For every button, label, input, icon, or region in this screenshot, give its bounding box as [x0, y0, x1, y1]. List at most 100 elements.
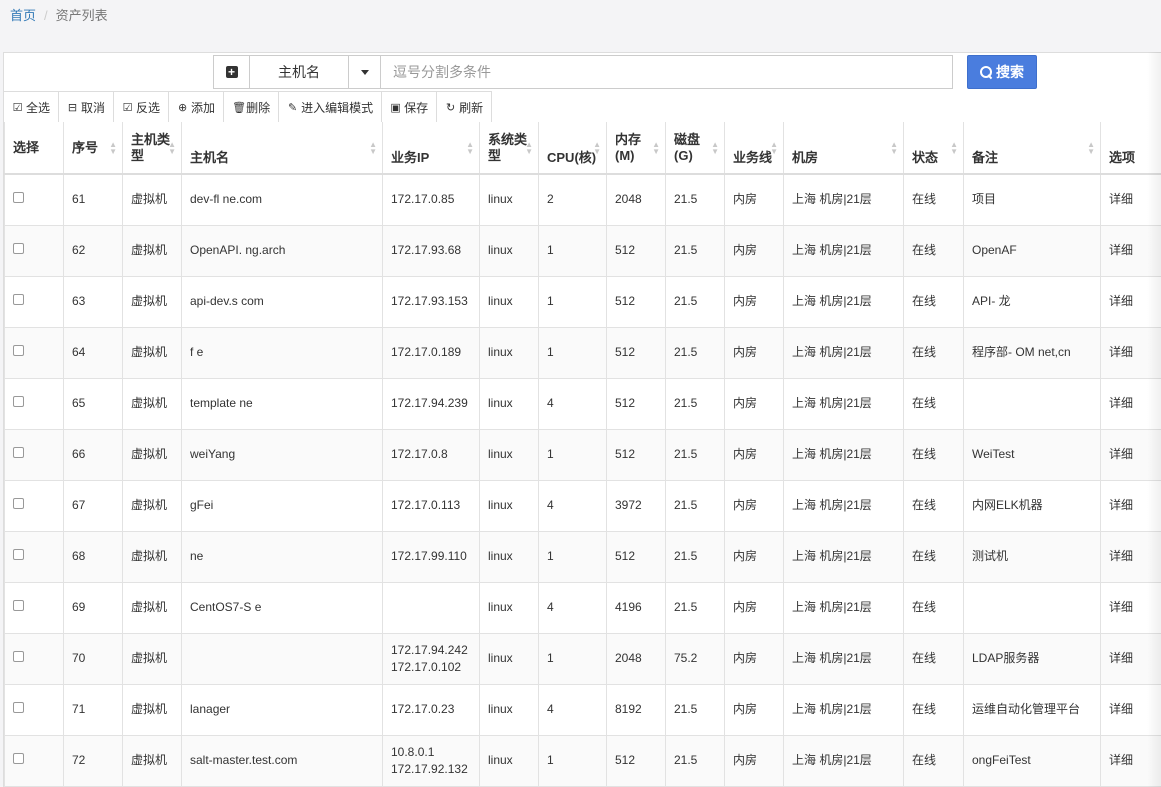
table-row: 61 虚拟机 dev-fl ne.com 172.17.0.85 linux 2 2048 2…	[4, 174, 1161, 226]
add-button[interactable]: ⊕ 添加	[169, 92, 225, 122]
sort-icon[interactable]: ▲ ▼	[466, 140, 474, 155]
sort-icon[interactable]: ▲ ▼	[711, 140, 719, 155]
cell-biz: 内房	[724, 735, 784, 787]
cell-ip: 172.17.93.68	[382, 225, 480, 277]
column-header[interactable]: 序号 ▲ ▼	[63, 122, 123, 175]
cell-ip	[382, 582, 480, 634]
cell-mem: 512	[606, 327, 666, 379]
select-cell	[4, 225, 64, 277]
column-header[interactable]: 主机类型 ▲ ▼	[122, 122, 182, 175]
row-checkbox[interactable]	[13, 396, 24, 407]
cell-mem: 512	[606, 429, 666, 481]
row-checkbox[interactable]	[13, 294, 24, 305]
row-checkbox[interactable]	[13, 243, 24, 254]
cell-status: 在线	[903, 225, 964, 277]
cell-biz: 内房	[724, 531, 784, 583]
cell-cpu: 1	[538, 429, 607, 481]
cell-ip: 172.17.94.239	[382, 378, 480, 430]
cell-disk: 21.5	[665, 276, 725, 328]
table-row: 66 虚拟机 weiYang 172.17.0.8 linux 1 512 21.5 内房 上海 …	[4, 429, 1161, 481]
row-checkbox[interactable]	[13, 753, 24, 764]
edit-mode-button[interactable]: ✎ 进入编辑模式	[279, 92, 383, 122]
search-button[interactable]: 搜索	[967, 55, 1037, 89]
cell-room: 上海 机房|21层	[783, 735, 904, 787]
save-button[interactable]: ▣ 保存	[382, 92, 438, 122]
sort-icon[interactable]: ▲ ▼	[890, 140, 898, 155]
sort-icon[interactable]: ▲ ▼	[652, 140, 660, 155]
row-checkbox[interactable]	[13, 192, 24, 204]
cell-type: 虚拟机	[122, 582, 182, 634]
column-header[interactable]: CPU(核) ▲ ▼	[538, 122, 607, 175]
cell-cpu: 1	[538, 531, 607, 583]
cell-os: linux	[479, 225, 539, 277]
select-all-button[interactable]: ☑ 全选	[4, 92, 60, 122]
row-checkbox[interactable]	[13, 651, 24, 662]
column-header[interactable]: 备注 ▲ ▼	[963, 122, 1101, 175]
sort-icon[interactable]: ▲ ▼	[369, 140, 377, 155]
sort-icon[interactable]: ▲ ▼	[168, 140, 176, 155]
cell-ip: 172.17.0.85	[382, 174, 480, 226]
cell-room: 上海 机房|21层	[783, 429, 904, 481]
search-input[interactable]	[381, 55, 953, 89]
cancel-button[interactable]: ⊟ 取消	[59, 92, 115, 122]
cell-host: weiYang	[181, 429, 383, 481]
row-checkbox[interactable]	[13, 447, 24, 458]
cell-note	[963, 378, 1101, 430]
column-header[interactable]: 主机名 ▲ ▼	[181, 122, 383, 175]
cell-ip: 172.17.0.113	[382, 480, 480, 532]
delete-label: 删除	[246, 100, 271, 115]
cell-host: dev-fl ne.com	[181, 174, 383, 226]
refresh-label: 刷新	[459, 100, 484, 115]
column-header[interactable]: 内存(M) ▲ ▼	[606, 122, 666, 175]
column-header[interactable]: 系统类型 ▲ ▼	[479, 122, 539, 175]
cell-room: 上海 机房|21层	[783, 225, 904, 277]
cell-mem: 512	[606, 225, 666, 277]
column-header[interactable]: 状态 ▲ ▼	[903, 122, 964, 175]
breadcrumb-current: 资产列表	[55, 8, 108, 23]
sort-icon[interactable]: ▲ ▼	[1087, 140, 1095, 155]
row-checkbox[interactable]	[13, 345, 24, 356]
cell-room: 上海 机房|21层	[783, 378, 904, 430]
check-square-outline-icon: ☑	[122, 101, 133, 114]
sort-icon[interactable]: ▲ ▼	[770, 140, 778, 155]
add-condition-button[interactable]: +	[213, 55, 249, 89]
cell-mem: 512	[606, 276, 666, 328]
plus-circle-icon: ⊕	[177, 101, 188, 114]
cell-seq: 65	[63, 378, 123, 430]
cell-os: linux	[479, 582, 539, 634]
cell-mem: 8192	[606, 684, 666, 736]
column-header[interactable]: 业务线 ▲ ▼	[724, 122, 784, 175]
refresh-button[interactable]: ↻ 刷新	[437, 92, 493, 122]
search-field-select[interactable]: 主机名	[249, 55, 381, 89]
sort-icon[interactable]: ▲ ▼	[593, 140, 601, 155]
cell-status: 在线	[903, 327, 964, 379]
row-checkbox[interactable]	[13, 600, 24, 611]
column-header[interactable]: 磁盘(G) ▲ ▼	[665, 122, 725, 175]
sort-icon[interactable]: ▲ ▼	[109, 140, 117, 155]
row-checkbox[interactable]	[13, 702, 24, 713]
row-checkbox[interactable]	[13, 498, 24, 509]
cell-note	[963, 582, 1101, 634]
breadcrumb-home-link[interactable]: 首页	[10, 8, 36, 23]
cell-note: 程序部- OM net,cn	[963, 327, 1101, 379]
cell-biz: 内房	[724, 276, 784, 328]
column-header[interactable]: 业务IP ▲ ▼	[382, 122, 480, 175]
cell-mem: 2048	[606, 633, 666, 685]
column-header[interactable]: 选择	[4, 122, 64, 175]
column-header[interactable]: 机房 ▲ ▼	[783, 122, 904, 175]
cell-room: 上海 机房|21层	[783, 531, 904, 583]
sort-icon[interactable]: ▲ ▼	[950, 140, 958, 155]
cell-cpu: 4	[538, 378, 607, 430]
invert-selection-button[interactable]: ☑ 反选	[114, 92, 170, 122]
chevron-down-icon[interactable]	[348, 56, 380, 88]
cell-biz: 内房	[724, 633, 784, 685]
sort-icon[interactable]: ▲ ▼	[525, 140, 533, 155]
table-row: 63 虚拟机 api-dev.s com 172.17.93.153 linux 1 512…	[4, 276, 1161, 328]
cell-ip: 172.17.0.189	[382, 327, 480, 379]
row-checkbox[interactable]	[13, 549, 24, 560]
select-cell	[4, 327, 64, 379]
toolbar: ☑ 全选 ⊟ 取消 ☑ 反选 ⊕ 添加 🗑 删除 ✎ 进入编辑模式 ▣ 保存 ↻ 刷新	[4, 91, 493, 122]
cell-host	[181, 633, 383, 685]
delete-button[interactable]: 🗑 删除	[224, 92, 280, 122]
cell-cpu: 1	[538, 327, 607, 379]
